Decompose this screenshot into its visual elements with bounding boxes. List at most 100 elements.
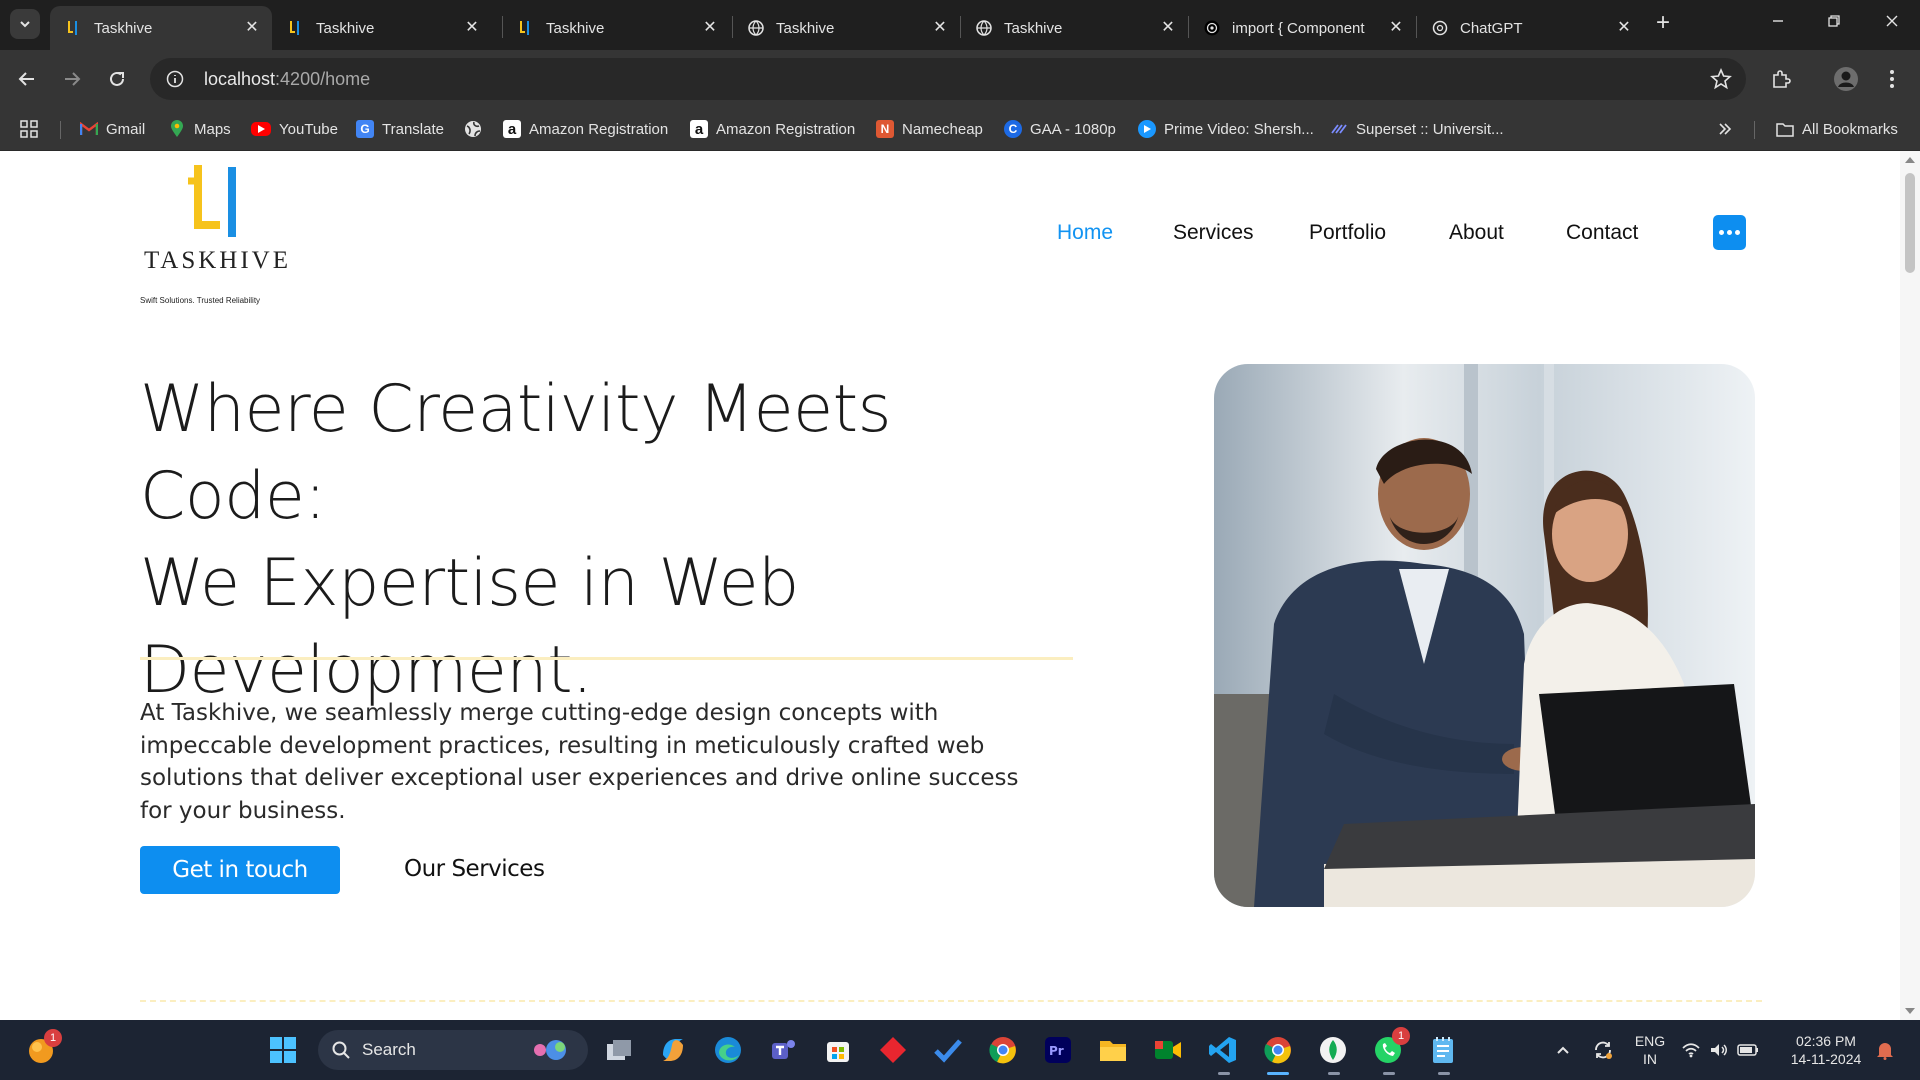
tab-title: Taskhive — [776, 19, 835, 37]
our-services-button[interactable]: Our Services — [404, 856, 545, 882]
more-menu-button[interactable] — [1713, 215, 1746, 250]
language-indicator[interactable]: ENG IN — [1630, 1032, 1670, 1068]
close-icon[interactable]: ✕ — [464, 20, 480, 36]
nav-home[interactable]: Home — [1057, 221, 1113, 251]
bookmark-youtube[interactable]: YouTube — [251, 116, 338, 142]
chrome-icon — [989, 1037, 1016, 1064]
extensions-button[interactable] — [1766, 64, 1796, 94]
browser-tab[interactable]: ChatGPT ✕ — [1416, 6, 1644, 50]
nav-portfolio[interactable]: Portfolio — [1309, 221, 1386, 251]
network-volume-battery-button[interactable] — [1678, 1033, 1762, 1067]
copilot-button[interactable] — [656, 1033, 690, 1067]
sync-status-button[interactable] — [1586, 1033, 1620, 1067]
show-hidden-icons-button[interactable] — [1546, 1033, 1580, 1067]
site-info-icon[interactable] — [154, 58, 196, 100]
bookmark-translate[interactable]: G Translate — [356, 116, 444, 142]
scroll-up-icon[interactable] — [1905, 157, 1915, 163]
nav-about[interactable]: About — [1449, 221, 1504, 251]
close-icon[interactable]: ✕ — [702, 20, 718, 36]
nav-contact[interactable]: Contact — [1566, 221, 1638, 251]
browser-tab[interactable]: Taskhive ✕ — [272, 6, 492, 50]
page-scrollbar[interactable] — [1900, 151, 1920, 1020]
git-client-button[interactable] — [876, 1033, 910, 1067]
bookmark-star-icon[interactable] — [1710, 68, 1732, 90]
close-icon[interactable]: ✕ — [1160, 20, 1176, 36]
bookmark-gmail[interactable]: Gmail — [80, 116, 145, 142]
chrome-button[interactable] — [986, 1033, 1020, 1067]
whatsapp-button[interactable]: 1 — [1371, 1027, 1410, 1067]
section-divider — [140, 1000, 1762, 1002]
chrome-active-button[interactable] — [1261, 1033, 1295, 1067]
bookmark-namecheap[interactable]: N Namecheap — [876, 116, 983, 142]
widgets-button[interactable]: 1 — [24, 1029, 62, 1067]
task-view-button[interactable] — [602, 1033, 636, 1067]
nav-services[interactable]: Services — [1173, 221, 1254, 251]
close-icon[interactable]: ✕ — [1616, 20, 1632, 36]
reload-button[interactable] — [102, 64, 132, 94]
minimize-button[interactable] — [1758, 10, 1798, 38]
bookmark-amazon-registration[interactable]: a Amazon Registration — [690, 116, 855, 142]
site-logo[interactable]: TASKHIVE Swift Solutions. Trusted Reliab… — [140, 163, 290, 305]
bookmark-label: Superset :: Universit... — [1356, 120, 1504, 138]
meet-button[interactable] — [1151, 1033, 1185, 1067]
premiere-pro-icon: Pr — [1045, 1037, 1071, 1063]
start-button[interactable] — [266, 1033, 300, 1067]
tab-title: ChatGPT — [1460, 19, 1523, 37]
scrollbar-thumb[interactable] — [1905, 173, 1915, 273]
ms-store-button[interactable] — [821, 1033, 855, 1067]
taskbar-search-box[interactable]: Search — [318, 1030, 588, 1070]
browser-tab[interactable]: Taskhive ✕ — [960, 6, 1188, 50]
minimize-icon — [1773, 20, 1783, 22]
bookmark-globe[interactable] — [464, 116, 490, 142]
close-icon — [1886, 15, 1898, 27]
premiere-pro-button[interactable]: Pr — [1041, 1033, 1075, 1067]
restore-button[interactable] — [1814, 10, 1854, 38]
tab-title: import { Component — [1232, 19, 1365, 37]
teams-button[interactable] — [766, 1033, 800, 1067]
superset-icon — [1330, 120, 1348, 138]
bookmark-amazon-registration[interactable]: a Amazon Registration — [503, 116, 668, 142]
bookmark-prime-video[interactable]: Prime Video: Shersh... — [1138, 116, 1314, 142]
taskhive-favicon-icon — [518, 20, 534, 36]
back-button[interactable] — [12, 64, 42, 94]
close-icon[interactable]: ✕ — [1388, 20, 1404, 36]
browser-tab[interactable]: Taskhive ✕ — [502, 6, 730, 50]
dot — [1727, 230, 1732, 235]
search-label: Search — [362, 1040, 416, 1059]
clock-date: 14-11-2024 — [1790, 1051, 1862, 1067]
new-tab-button[interactable]: + — [1652, 11, 1674, 35]
page-viewport: TASKHIVE Swift Solutions. Trusted Reliab… — [0, 151, 1920, 1020]
browser-menu-button[interactable] — [1877, 64, 1907, 94]
namecheap-icon: N — [876, 120, 894, 138]
todo-button[interactable] — [931, 1033, 965, 1067]
browser-tab[interactable]: import { Component ✕ — [1188, 6, 1416, 50]
bookmarks-overflow-button[interactable] — [1718, 116, 1732, 142]
address-bar[interactable]: localhost:4200/home — [150, 58, 1746, 100]
bookmark-label: Namecheap — [902, 120, 983, 138]
notepad-button[interactable] — [1426, 1033, 1460, 1067]
amazon-icon: a — [503, 120, 521, 138]
close-window-button[interactable] — [1872, 10, 1912, 38]
get-in-touch-button[interactable]: Get in touch — [140, 846, 340, 894]
scroll-down-icon[interactable] — [1905, 1008, 1915, 1014]
forward-button[interactable] — [57, 64, 87, 94]
chevron-down-icon — [20, 21, 30, 28]
bookmark-gaa[interactable]: C GAA - 1080p — [1004, 116, 1116, 142]
file-explorer-button[interactable] — [1096, 1033, 1130, 1067]
all-bookmarks-button[interactable]: All Bookmarks — [1776, 116, 1898, 142]
close-icon[interactable]: ✕ — [932, 20, 948, 36]
bookmark-superset[interactable]: Superset :: Universit... — [1330, 116, 1504, 142]
clock[interactable]: 02:36 PM 14-11-2024 — [1782, 1032, 1870, 1068]
apps-button[interactable] — [20, 116, 38, 142]
profile-avatar[interactable] — [1831, 64, 1861, 94]
close-icon[interactable]: ✕ — [244, 20, 260, 36]
notifications-button[interactable] — [1868, 1033, 1902, 1067]
bookmark-maps[interactable]: Maps — [168, 116, 231, 142]
browser-tab[interactable]: Taskhive ✕ — [50, 6, 272, 50]
browser-tab[interactable]: Taskhive ✕ — [732, 6, 960, 50]
tab-search-button[interactable] — [10, 9, 40, 39]
vscode-button[interactable] — [1206, 1033, 1240, 1067]
edge-button[interactable] — [711, 1033, 745, 1067]
mongodb-compass-button[interactable] — [1316, 1033, 1350, 1067]
whatsapp-badge: 1 — [1392, 1027, 1410, 1045]
